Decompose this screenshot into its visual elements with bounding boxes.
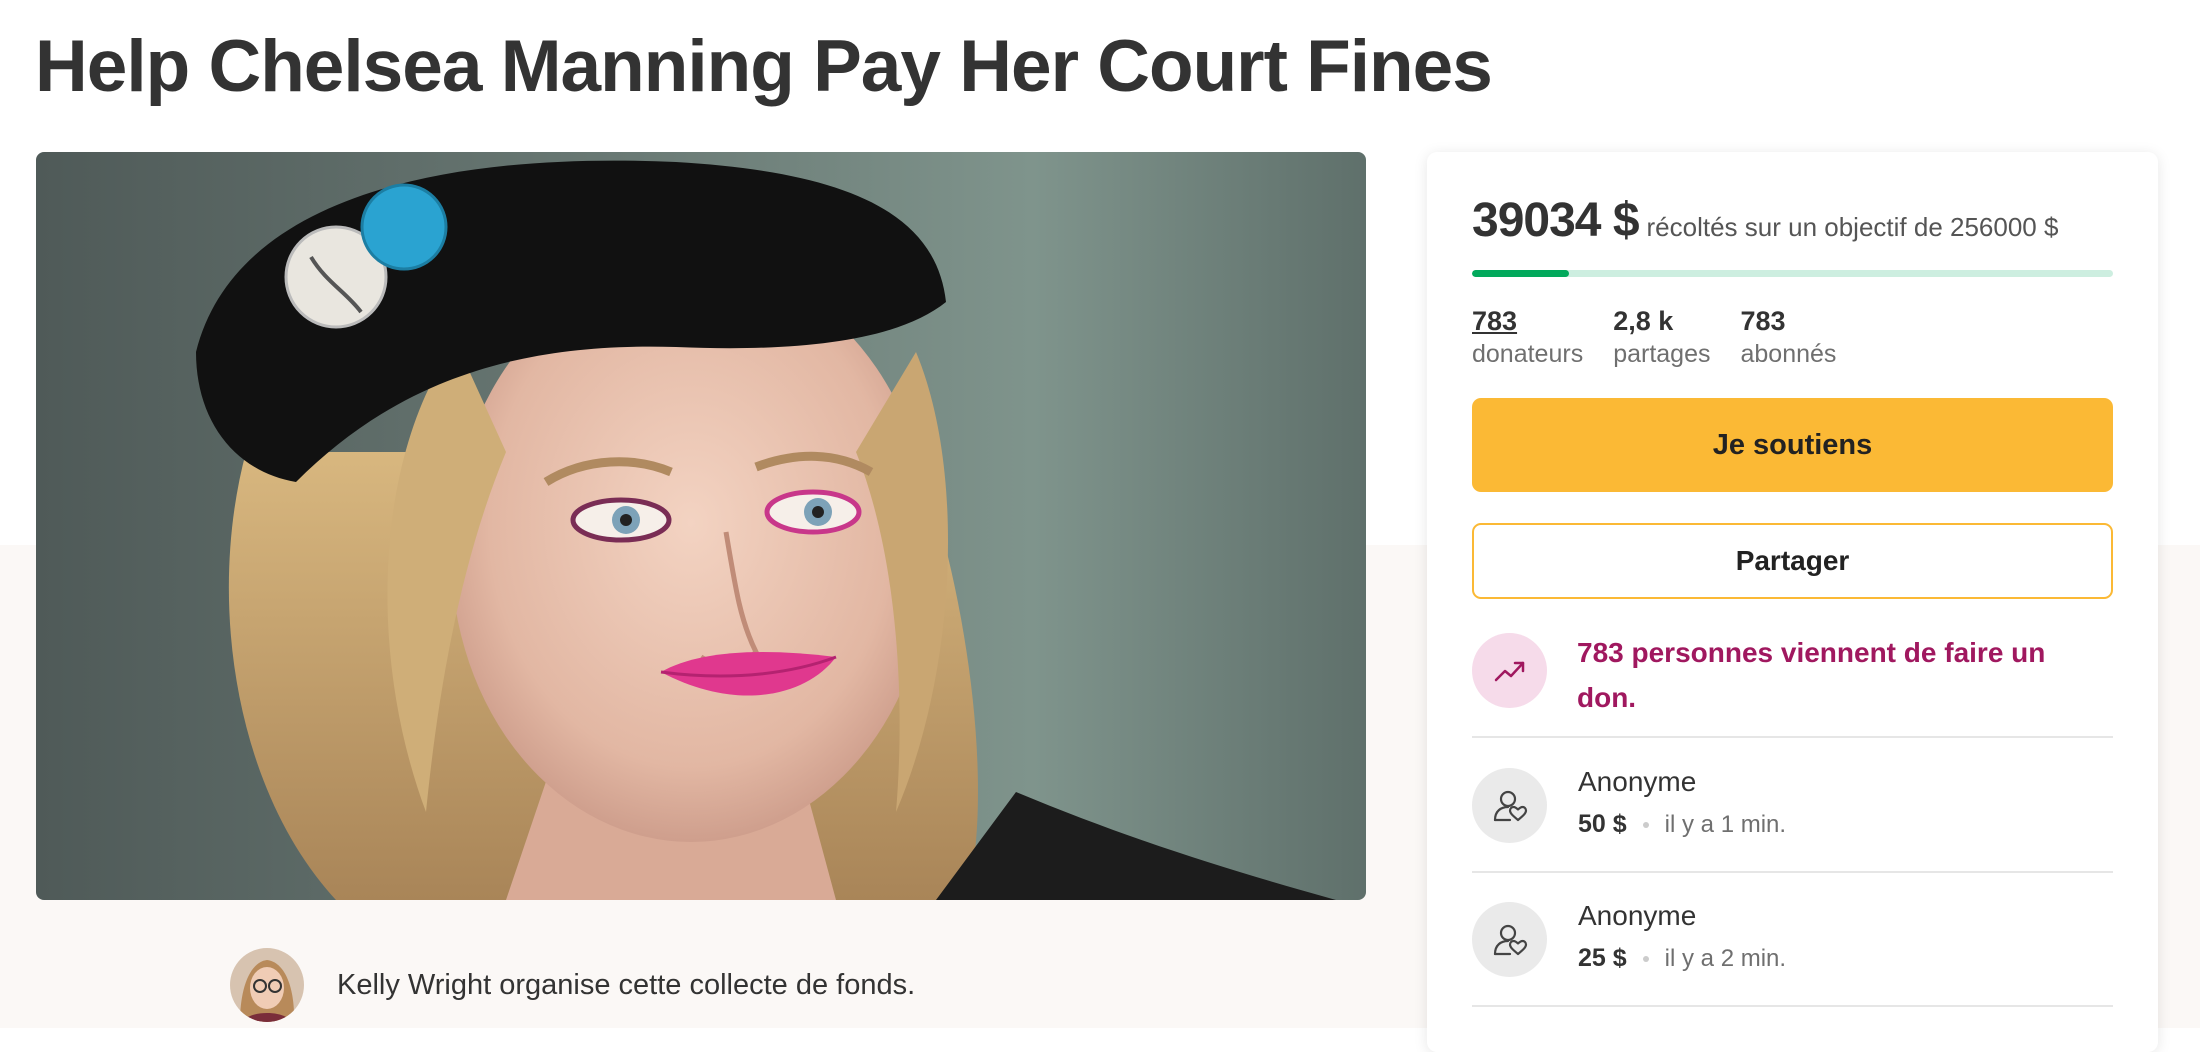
donation-item: Anonyme 50 $ il y a 1 min.	[1472, 738, 2113, 873]
organizer-text: Kelly Wright organise cette collecte de …	[337, 968, 916, 1001]
progress-fill	[1472, 270, 1570, 277]
goal-text: récoltés sur un objectif de 256000 $	[1646, 212, 2059, 242]
stat-shares-label: partages	[1613, 340, 1711, 368]
stat-donors-label: donateurs	[1472, 340, 1584, 368]
donation-meta: 50 $ il y a 1 min.	[1578, 810, 1786, 839]
separator-dot	[1642, 955, 1649, 962]
raised-amount: 39034 $	[1472, 194, 1640, 247]
stat-donors-value[interactable]: 783	[1472, 304, 1583, 338]
donation-sidebar-card: 39034 $ récoltés sur un objectif de 25600…	[1427, 152, 2158, 1052]
donor-name: Anonyme	[1578, 766, 1697, 797]
organizer-avatar[interactable]	[230, 948, 304, 1022]
donation-amount: 50 $	[1578, 810, 1627, 838]
share-button[interactable]: Partager	[1472, 523, 2113, 599]
stat-followers-label: abonnés	[1740, 340, 1837, 368]
trend-text: 783 personnes viennent de faire un don.	[1577, 637, 2046, 713]
donation-item: Anonyme 25 $ il y a 2 min.	[1472, 872, 2113, 1007]
campaign-hero-image	[36, 152, 1366, 900]
raised-summary: 39034 $ récoltés sur un objectif de 25600…	[1472, 193, 2058, 248]
donation-time: il y a 2 min.	[1664, 944, 1787, 972]
trending-up-icon	[1472, 633, 1547, 708]
page-title: Help Chelsea Manning Pay Her Court Fines	[35, 26, 1493, 107]
stat-followers-value: 783	[1740, 306, 1786, 336]
user-heart-icon	[1472, 902, 1547, 977]
donation-amount: 25 $	[1578, 944, 1627, 972]
stat-shares: 2,8 k partages	[1613, 304, 1710, 370]
stat-shares-value: 2,8 k	[1613, 306, 1674, 336]
stat-followers: 783 abonnés	[1741, 304, 1837, 370]
separator-dot	[1642, 821, 1649, 828]
donation-time: il y a 1 min.	[1664, 810, 1787, 838]
progress-bar	[1472, 270, 2113, 277]
stats-row: 783 donateurs 2,8 k partages 783 abonnés	[1472, 304, 1866, 370]
donation-meta: 25 $ il y a 2 min.	[1578, 944, 1786, 973]
user-heart-icon	[1472, 768, 1547, 843]
donor-name: Anonyme	[1578, 900, 1697, 931]
donate-button[interactable]: Je soutiens	[1472, 398, 2113, 492]
stat-donors[interactable]: 783 donateurs	[1472, 304, 1583, 370]
organizer-row: Kelly Wright organise cette collecte de …	[230, 947, 915, 1023]
recent-donations-trend: 783 personnes viennent de faire un don.	[1472, 630, 2113, 738]
